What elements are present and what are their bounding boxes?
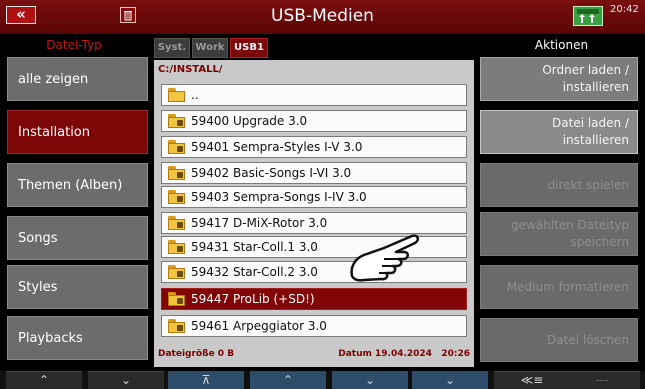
filetype-label: Playbacks xyxy=(18,330,83,346)
list-item-label: 59447 ProLib (+SD!) xyxy=(191,292,315,306)
delete-file-button[interactable]: Datei löschen xyxy=(480,318,638,362)
file-date-label: Datum 19.04.2024 xyxy=(338,349,432,359)
load-file-button[interactable]: Datei laden / installieren xyxy=(480,110,638,154)
list-item[interactable]: 59400 Upgrade 3.0 xyxy=(161,110,467,132)
list-item-label: 59417 D-MiX-Rotor 3.0 xyxy=(191,216,328,230)
list-item[interactable]: 59401 Sempra-Styles I-V 3.0 xyxy=(161,136,467,158)
filetype-label: Songs xyxy=(18,230,58,246)
action-label: gewählten Dateityp speichern xyxy=(511,217,629,251)
file-type-header: Datei-Typ xyxy=(46,38,102,52)
usb-indicator-icon xyxy=(573,6,603,26)
filetype-songs[interactable]: Songs xyxy=(7,216,148,260)
folder-icon xyxy=(168,166,185,180)
folder-icon xyxy=(168,240,185,254)
list-item[interactable]: .. xyxy=(161,84,467,106)
list-item-selected[interactable]: 59447 ProLib (+SD!) xyxy=(161,288,467,310)
action-label: direkt spielen xyxy=(548,177,629,194)
status-line: Dateigröße 0 B Datum 19.04.2024 20:26 xyxy=(158,349,470,359)
folder-icon xyxy=(168,114,185,128)
scroll-down-button[interactable]: ⌄ xyxy=(332,371,408,389)
action-label-line2: speichern xyxy=(570,235,630,249)
list-item-label: 59400 Upgrade 3.0 xyxy=(191,114,308,128)
action-label: Medium formatieren xyxy=(507,279,629,296)
page-title: USB-Medien xyxy=(271,6,374,26)
folder-icon xyxy=(168,292,185,306)
file-size: Dateigröße 0 B xyxy=(158,349,235,359)
clock: 20:42 xyxy=(610,4,639,15)
action-label-line1: direkt spielen xyxy=(547,177,629,192)
arrow-to-top-icon: ⊼ xyxy=(201,373,211,387)
list-item-label: 59401 Sempra-Styles I-V 3.0 xyxy=(191,140,363,154)
action-label-line1: Medium formatieren xyxy=(506,279,629,294)
folder-icon xyxy=(168,319,185,333)
action-label-line1: Ordner laden / xyxy=(542,63,629,78)
folder-icon xyxy=(168,140,185,154)
action-label: Datei löschen xyxy=(547,332,629,349)
filetype-label: Installation xyxy=(18,124,91,140)
chevron-down-icon: ⌄ xyxy=(444,373,456,387)
list-back-icon: ≪≡ xyxy=(520,373,544,387)
double-chevron-down-icon: ⌄ xyxy=(120,373,132,387)
empty-button: --- xyxy=(564,371,640,389)
double-chevron-down-icon: ⌄ xyxy=(364,373,376,387)
file-date: Datum 19.04.2024 20:26 xyxy=(338,349,470,359)
play-direct-button[interactable]: direkt spielen xyxy=(480,163,638,207)
filetype-themes[interactable]: Themen (Alben) xyxy=(7,163,148,207)
action-label-line1: Datei laden / xyxy=(552,116,629,131)
action-label-line2: installieren xyxy=(562,80,629,94)
tab-work[interactable]: Work xyxy=(192,38,228,58)
action-label-line1: Datei löschen xyxy=(547,332,629,347)
file-browser: C:/INSTALL/ .. 59400 Upgrade 3.0 59401 S… xyxy=(154,60,474,367)
action-label-line2: installieren xyxy=(562,133,629,147)
title-bar: « USB-Medien 20:42 xyxy=(0,0,645,34)
folder-icon xyxy=(168,190,185,204)
list-item-label: 59432 Star-Coll.2 3.0 xyxy=(191,265,318,279)
folder-icon xyxy=(168,216,185,230)
folder-icon xyxy=(168,265,185,279)
list-item[interactable]: 59461 Arpeggiator 3.0 xyxy=(161,315,467,337)
filetype-playbacks[interactable]: Playbacks xyxy=(7,316,148,360)
filetype-label: Themen (Alben) xyxy=(18,177,123,193)
scroll-top-button[interactable]: ⊼ xyxy=(168,371,244,389)
list-item[interactable]: 59402 Basic-Songs I-VI 3.0 xyxy=(161,162,467,184)
page-down-button[interactable]: ⌄ xyxy=(88,371,164,389)
file-time: 20:26 xyxy=(441,349,470,359)
bottom-bar: ⌃ ⌄ ⊼ ⌃ ⌄ ⌄ ≪≡ --- xyxy=(0,371,645,389)
list-item-label: 59402 Basic-Songs I-VI 3.0 xyxy=(191,166,352,180)
load-folder-button[interactable]: Ordner laden / installieren xyxy=(480,57,638,101)
page-up-button[interactable]: ⌃ xyxy=(6,371,82,389)
list-item[interactable]: 59403 Sempra-Songs I-IV 3.0 xyxy=(161,186,467,208)
save-filetype-button[interactable]: gewählten Dateityp speichern xyxy=(480,212,638,256)
folder-up-icon xyxy=(168,88,185,102)
filetype-installation[interactable]: Installation xyxy=(7,110,148,154)
pointing-hand-icon xyxy=(350,234,420,282)
filetype-styles[interactable]: Styles xyxy=(7,265,148,309)
empty-label: --- xyxy=(595,373,609,387)
list-item-label: .. xyxy=(191,88,199,102)
filetype-all[interactable]: alle zeigen xyxy=(7,57,148,101)
filetype-label: Styles xyxy=(18,279,58,295)
list-item-label: 59461 Arpeggiator 3.0 xyxy=(191,319,327,333)
action-label: Ordner laden / installieren xyxy=(542,62,629,96)
back-list-button[interactable]: ≪≡ xyxy=(494,371,570,389)
double-chevron-up-icon: ⌃ xyxy=(282,373,294,387)
filetype-label: alle zeigen xyxy=(18,71,89,87)
format-medium-button[interactable]: Medium formatieren xyxy=(480,265,638,309)
action-label-line1: gewählten Dateityp xyxy=(510,218,629,233)
current-path: C:/INSTALL/ xyxy=(158,64,223,75)
action-label: Datei laden / installieren xyxy=(552,115,629,149)
list-item-label: 59403 Sempra-Songs I-IV 3.0 xyxy=(191,190,367,204)
double-chevron-up-icon: ⌃ xyxy=(38,373,50,387)
tab-syst[interactable]: Syst. xyxy=(154,38,190,58)
actions-header: Aktionen xyxy=(534,38,589,52)
list-item-label: 59431 Star-Coll.1 3.0 xyxy=(191,240,318,254)
tab-usb1[interactable]: USB1 xyxy=(230,38,268,58)
scroll-up-button[interactable]: ⌃ xyxy=(250,371,326,389)
scroll-bottom-button[interactable]: ⌄ xyxy=(412,371,488,389)
